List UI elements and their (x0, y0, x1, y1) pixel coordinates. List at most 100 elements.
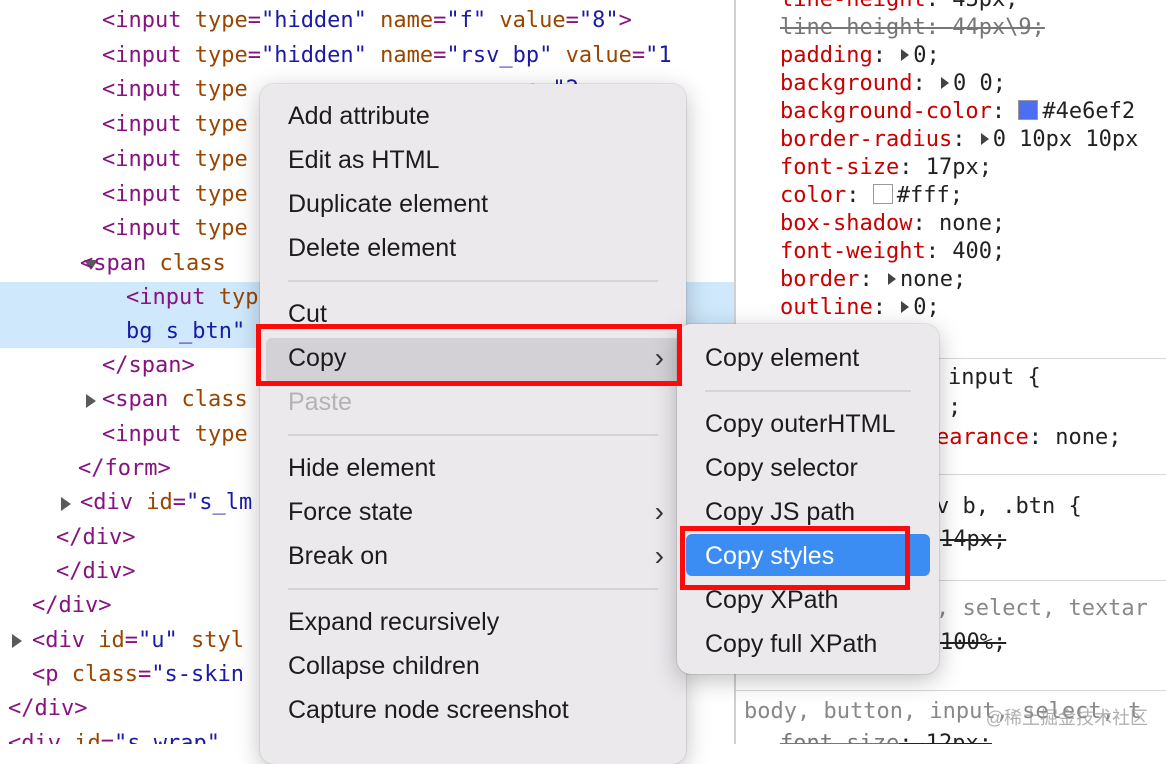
menu-item-label: Expand recursively (288, 608, 500, 636)
chevron-right-icon: › (654, 496, 664, 527)
dom-token: = (172, 490, 186, 515)
style-declaration[interactable]: line-height: 43px; (780, 0, 1018, 14)
dom-node-line[interactable]: </span> (102, 349, 195, 383)
menu-item-hide-element[interactable]: Hide element (260, 446, 686, 490)
style-property-value[interactable]: 17px; (926, 155, 992, 180)
style-property-name[interactable]: box-shadow (780, 211, 912, 236)
menu-item-add-attribute[interactable]: Add attribute (260, 94, 686, 138)
style-property-name[interactable]: font-size (780, 155, 899, 180)
style-declaration[interactable]: border: none; (780, 266, 966, 294)
style-declaration[interactable]: padding: 0; (780, 42, 940, 70)
style-declaration[interactable]: font-size: 17px; (780, 154, 992, 182)
dom-token: value (565, 43, 632, 68)
expand-shorthand-triangle-icon[interactable] (887, 273, 896, 285)
style-colon: : (952, 127, 979, 152)
style-property-value[interactable]: 0 0; (953, 71, 1006, 96)
menu-item-expand-recursively[interactable]: Expand recursively (260, 600, 686, 644)
style-property-value: 12px; (925, 731, 992, 744)
style-property-name[interactable]: background-color (780, 99, 992, 124)
style-property-value[interactable]: 44px\9; (952, 15, 1045, 40)
expand-shorthand-triangle-icon[interactable] (901, 49, 910, 61)
style-property-name: earance (936, 425, 1029, 450)
dom-node-line[interactable]: <input type (102, 212, 248, 246)
style-property-name[interactable]: line-height (780, 15, 926, 40)
submenu-item-copy-full-xpath[interactable]: Copy full XPath (677, 623, 939, 665)
dom-node-line[interactable]: </div> (8, 692, 87, 726)
dom-node-line[interactable]: </form> (78, 452, 171, 486)
dom-token: <span (102, 387, 182, 412)
expand-shorthand-triangle-icon[interactable] (980, 133, 989, 145)
style-property-value[interactable]: 400; (952, 239, 1005, 264)
menu-item-edit-as-html[interactable]: Edit as HTML (260, 138, 686, 182)
dom-node-line[interactable]: <input type="hidden" name="rsv_bp" value… (102, 39, 672, 73)
expand-div-u-triangle-icon[interactable] (12, 634, 22, 648)
style-declaration-overridden: 100%; (940, 630, 1007, 655)
dom-node-line[interactable]: <input type="hidden" name="f" value="8"> (102, 4, 632, 38)
style-property-value[interactable]: #4e6ef2 (1042, 99, 1135, 124)
style-property-value[interactable]: 0; (913, 295, 940, 320)
expand-div-triangle-icon[interactable] (61, 497, 71, 511)
submenu-item-copy-outerhtml[interactable]: Copy outerHTML (677, 403, 939, 445)
dom-node-line[interactable]: <div id="s_lm (80, 486, 252, 520)
style-property-value[interactable]: 0 10px 10px (993, 127, 1139, 152)
dom-token: "hidden" (260, 8, 367, 33)
menu-item-duplicate-element[interactable]: Duplicate element (260, 182, 686, 226)
dom-token: <span (80, 251, 160, 276)
dom-node-line[interactable]: </div> (56, 521, 135, 555)
dom-token: typ (218, 285, 259, 310)
style-declaration[interactable]: font-weight: 400; (780, 238, 1005, 266)
style-declaration[interactable]: box-shadow: none; (780, 210, 1005, 238)
menu-item-break-on[interactable]: Break on › (260, 534, 686, 578)
menu-item-collapse-children[interactable]: Collapse children (260, 644, 686, 688)
style-property-name[interactable]: line-height (780, 0, 926, 12)
dom-node-line[interactable]: <div id="u" styl (32, 624, 244, 658)
style-declaration[interactable]: color: #fff; (780, 182, 963, 210)
style-property-name[interactable]: background (780, 71, 912, 96)
expand-shorthand-triangle-icon[interactable] (940, 77, 949, 89)
style-property-value[interactable]: none; (900, 267, 966, 292)
menu-item-force-state[interactable]: Force state › (260, 490, 686, 534)
dom-node-line[interactable]: </div> (56, 555, 135, 589)
style-property-value[interactable]: 0; (913, 43, 940, 68)
dom-token: = (247, 43, 261, 68)
style-declaration-overridden[interactable]: line-height: 44px\9; (780, 14, 1045, 42)
dom-node-line[interactable]: <p class="s-skin (32, 658, 244, 692)
color-swatch-icon[interactable] (1018, 100, 1039, 120)
style-property-name[interactable]: padding (780, 43, 873, 68)
dom-token: "s_wrap" (113, 731, 220, 744)
dom-token: id (146, 490, 173, 515)
style-property-name[interactable]: border (780, 267, 859, 292)
menu-item-capture-node-screenshot[interactable]: Capture node screenshot (260, 688, 686, 732)
submenu-item-copy-selector[interactable]: Copy selector (677, 447, 939, 489)
menu-item-paste: Paste (260, 380, 686, 424)
style-property-name[interactable]: outline (780, 295, 873, 320)
menu-item-delete-element[interactable]: Delete element (260, 226, 686, 270)
style-declaration[interactable]: outline: 0; (780, 294, 940, 322)
style-declaration[interactable]: background: 0 0; (780, 70, 1006, 98)
style-property-name[interactable]: border-radius (780, 127, 952, 152)
menu-item-label: Duplicate element (288, 190, 489, 218)
style-declaration-overridden: font-size: 12px; (780, 728, 992, 744)
dom-node-line[interactable]: bg s_btn" (126, 315, 245, 349)
style-declaration[interactable]: border-radius: 0 10px 10px (780, 126, 1138, 154)
dom-token (367, 8, 380, 33)
dom-node-line[interactable]: <input type (102, 418, 248, 452)
expand-shorthand-triangle-icon[interactable] (901, 301, 910, 313)
dom-node-line[interactable]: </div> (32, 589, 111, 623)
submenu-item-copy-element[interactable]: Copy element (677, 337, 939, 379)
style-property-value[interactable]: #fff; (897, 183, 963, 208)
style-property-name[interactable]: color (780, 183, 846, 208)
dom-token: </div> (56, 525, 136, 550)
expand-span-triangle-icon[interactable] (86, 394, 96, 408)
color-swatch-icon[interactable] (872, 184, 893, 204)
style-property-value[interactable]: 43px; (952, 0, 1018, 12)
dom-node-line[interactable]: <div id="s_wrap" (8, 727, 220, 744)
dom-token: "rsv_bp" (446, 43, 553, 68)
style-property-value[interactable]: none; (939, 211, 1005, 236)
style-declaration[interactable]: background-color: #4e6ef2 (780, 98, 1135, 126)
dom-node-line[interactable]: <span class (102, 383, 248, 417)
submenu-item-label: Copy element (705, 344, 860, 372)
menu-item-label: Hide element (288, 454, 436, 482)
style-colon: : (925, 15, 953, 40)
style-property-name[interactable]: font-weight (780, 239, 926, 264)
